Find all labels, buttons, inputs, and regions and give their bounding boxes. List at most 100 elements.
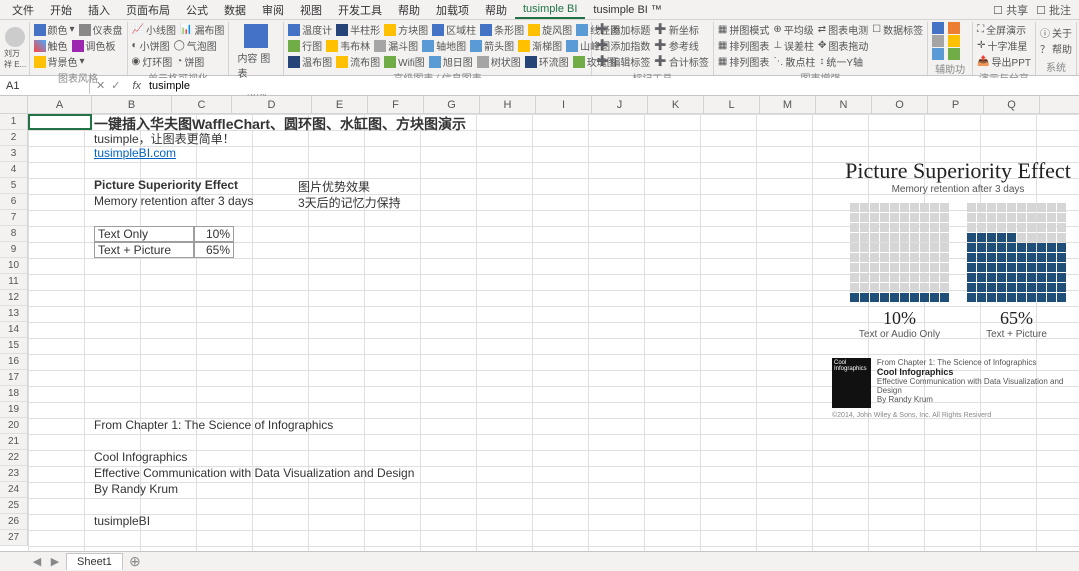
row-header[interactable]: 17	[0, 370, 28, 386]
col-header[interactable]: G	[424, 96, 480, 113]
row-header[interactable]: 14	[0, 322, 28, 338]
col-header[interactable]: M	[760, 96, 816, 113]
col-header[interactable]: L	[704, 96, 760, 113]
row-header[interactable]: 22	[0, 450, 28, 466]
row-header[interactable]: 11	[0, 274, 28, 290]
share-button[interactable]: ☐ 共享	[993, 2, 1028, 18]
btn-touch[interactable]: 触色	[34, 38, 68, 53]
row-header[interactable]: 4	[0, 162, 28, 178]
sheet-tab-sheet1[interactable]: Sheet1	[66, 553, 123, 570]
btn-totallabel[interactable]: ➕合计标签	[654, 54, 708, 69]
row-header[interactable]: 24	[0, 482, 28, 498]
row-header[interactable]: 13	[0, 306, 28, 322]
row-header[interactable]: 27	[0, 530, 28, 546]
col-header[interactable]: H	[480, 96, 536, 113]
cell-b2[interactable]: tusimple，让图表更简单！	[94, 130, 235, 147]
row-header[interactable]: 3	[0, 146, 28, 162]
worksheet-grid[interactable]: A B C D E F G H I J K L M N O P Q 123456…	[0, 96, 1079, 551]
btn-advanced[interactable]: 旭日图	[429, 54, 473, 69]
row-header[interactable]: 6	[0, 194, 28, 210]
active-cell-a1[interactable]	[28, 114, 92, 130]
tab-view[interactable]: 视图	[292, 0, 330, 20]
tbl-c9[interactable]: 65%	[194, 242, 234, 258]
btn-drag[interactable]: ✥图表拖动	[818, 38, 868, 53]
btn-sparkline[interactable]: 📈小线图	[132, 22, 176, 37]
row-header[interactable]: 19	[0, 402, 28, 418]
col-header[interactable]: N	[816, 96, 872, 113]
btn-aux4[interactable]	[948, 35, 960, 47]
btn-arrange2[interactable]: ▦排列图表	[718, 54, 769, 69]
row-header[interactable]: 10	[0, 258, 28, 274]
btn-advanced[interactable]: 半柱形	[336, 22, 380, 37]
btn-aux3[interactable]	[932, 35, 944, 47]
tab-addins[interactable]: 加载项	[428, 0, 477, 20]
btn-advanced[interactable]: 流布图	[336, 54, 380, 69]
tbl-c8[interactable]: 10%	[194, 226, 234, 242]
row-header[interactable]: 5	[0, 178, 28, 194]
row-header[interactable]: 26	[0, 514, 28, 530]
btn-scatter[interactable]: ⋱散点柱	[773, 54, 815, 69]
tab-tusimple-bi-tm[interactable]: tusimple BI ™	[585, 2, 669, 18]
cell-d5[interactable]: 图片优势效果	[298, 178, 370, 195]
btn-advanced[interactable]: 温度计	[288, 22, 332, 37]
row-header[interactable]: 23	[0, 466, 28, 482]
col-header[interactable]: O	[872, 96, 928, 113]
row-header[interactable]: 18	[0, 386, 28, 402]
btn-advanced[interactable]: 温布图	[288, 54, 332, 69]
col-header[interactable]: J	[592, 96, 648, 113]
row-header[interactable]: 12	[0, 290, 28, 306]
tab-review[interactable]: 审阅	[254, 0, 292, 20]
row-header[interactable]: 16	[0, 354, 28, 370]
cell-b6[interactable]: Memory retention after 3 days	[94, 194, 253, 208]
btn-advanced[interactable]: 轴地图	[422, 38, 466, 53]
sheet-nav-prev[interactable]: ◀	[30, 555, 44, 568]
col-header[interactable]: F	[368, 96, 424, 113]
cell-b5[interactable]: Picture Superiority Effect	[94, 178, 238, 192]
btn-datalabel[interactable]: ☐数据标签	[872, 22, 923, 37]
col-header[interactable]: I	[536, 96, 592, 113]
col-header-b[interactable]: B	[92, 96, 172, 113]
btn-refline[interactable]: ➕参考线	[654, 38, 698, 53]
btn-exportppt[interactable]: 📤导出PPT	[977, 54, 1031, 69]
btn-bubble[interactable]: ◯气泡图	[174, 38, 217, 53]
cell-b26[interactable]: tusimpleBI	[94, 514, 150, 528]
col-header[interactable]: K	[648, 96, 704, 113]
btn-dash[interactable]: 仪表盘	[79, 22, 123, 37]
row-header[interactable]: 8	[0, 226, 28, 242]
tab-help2[interactable]: 帮助	[477, 0, 515, 20]
cancel-icon[interactable]: ✕	[96, 79, 105, 92]
tbl-b9[interactable]: Text + Picture	[94, 242, 194, 258]
col-header[interactable]: P	[928, 96, 984, 113]
btn-addtitle[interactable]: ➕添加标题	[596, 22, 650, 37]
btn-swap[interactable]: ⇄图表电测	[818, 22, 868, 37]
btn-advanced[interactable]: 区域柱	[432, 22, 476, 37]
btn-aux1[interactable]	[932, 22, 944, 34]
row-header[interactable]: 21	[0, 434, 28, 450]
btn-puzzle[interactable]: ▦拼图模式	[718, 22, 769, 37]
btn-crosshair[interactable]: ✛十字准星	[977, 38, 1027, 53]
waffle-chart-object[interactable]: Picture Superiority Effect Memory retent…	[828, 158, 1079, 419]
btn-newaxis[interactable]: ➕新坐标	[654, 22, 698, 37]
btn-editlabel[interactable]: ➕编辑标签	[596, 54, 650, 69]
btn-advanced[interactable]: 韦布林	[326, 38, 370, 53]
btn-ring[interactable]: ◉灯环图	[132, 54, 173, 69]
fx-icon[interactable]: fx	[126, 80, 147, 92]
col-header[interactable]: E	[312, 96, 368, 113]
btn-palette[interactable]: 调色板	[72, 38, 116, 53]
comments-button[interactable]: ☐ 批注	[1036, 2, 1071, 18]
btn-unify-y[interactable]: ↕统一Y轴	[819, 54, 863, 69]
btn-fullscreen[interactable]: ⛶全屏演示	[977, 22, 1026, 37]
row-header[interactable]: 15	[0, 338, 28, 354]
btn-advanced[interactable]: Wifi图	[384, 54, 425, 69]
row-header[interactable]: 20	[0, 418, 28, 434]
row-header[interactable]: 25	[0, 498, 28, 514]
tab-help[interactable]: 帮助	[390, 0, 428, 20]
btn-bg[interactable]: 背景色▾	[34, 54, 85, 69]
btn-advanced[interactable]: 漏斗图	[374, 38, 418, 53]
btn-advanced[interactable]: 行图	[288, 38, 322, 53]
btn-aux5[interactable]	[932, 48, 944, 60]
row-header[interactable]: 9	[0, 242, 28, 258]
cell-b22[interactable]: Cool Infographics	[94, 450, 187, 464]
row-header[interactable]: 1	[0, 114, 28, 130]
btn-pie[interactable]: ◔饼图	[176, 54, 204, 69]
